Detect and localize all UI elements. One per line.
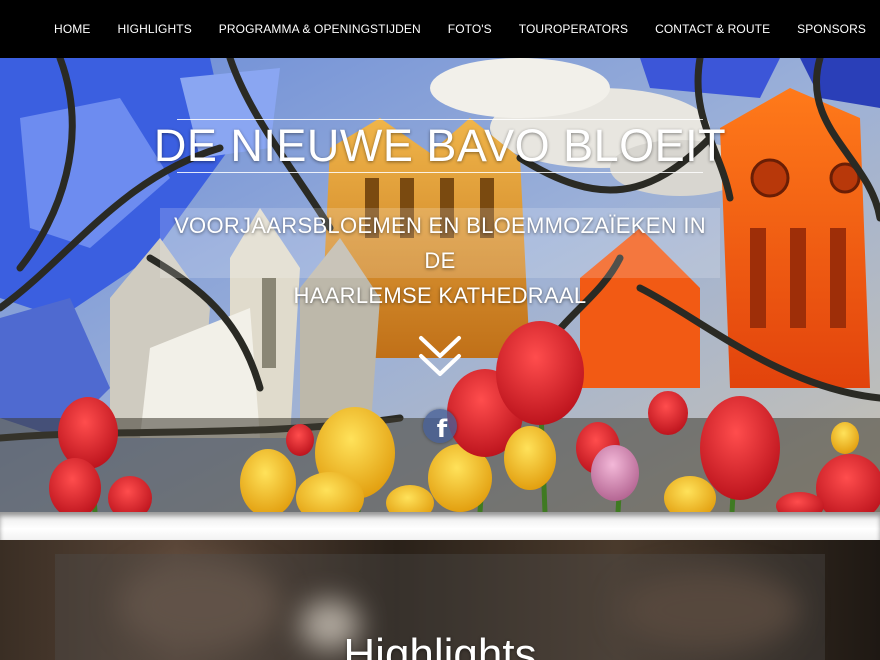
nav-menu: HOME HIGHLIGHTS PROGRAMMA & OPENINGSTIJD…	[27, 0, 866, 58]
nav-home[interactable]: HOME	[54, 22, 90, 36]
highlights-section: Highlights	[0, 540, 880, 660]
nav-highlights[interactable]: HIGHLIGHTS	[117, 22, 191, 36]
highlights-panel: Highlights	[55, 554, 825, 660]
hero-subtitle: VOORJAARSBLOEMEN EN BLOEMMOZAÏEKEN IN DE…	[160, 208, 720, 313]
top-navbar: HOME HIGHLIGHTS PROGRAMMA & OPENINGSTIJD…	[0, 0, 880, 58]
section-divider	[0, 512, 880, 540]
hero-section: DE NIEUWE BAVO BLOEIT VOORJAARSBLOEMEN E…	[0, 58, 880, 512]
scroll-down-button[interactable]	[417, 332, 463, 380]
hero-title: DE NIEUWE BAVO BLOEIT	[153, 120, 727, 171]
hero-subtitle-line-1: VOORJAARSBLOEMEN EN BLOEMMOZAÏEKEN IN DE	[174, 213, 706, 273]
highlights-heading: Highlights	[343, 630, 537, 660]
facebook-button[interactable]: f	[423, 409, 457, 443]
hero-subtitle-box: VOORJAARSBLOEMEN EN BLOEMMOZAÏEKEN IN DE…	[160, 208, 720, 308]
hero-title-frame: DE NIEUWE BAVO BLOEIT	[154, 119, 726, 173]
facebook-icon: f	[436, 414, 448, 443]
double-chevron-down-icon	[419, 336, 461, 376]
nav-sponsors[interactable]: SPONSORS	[797, 22, 866, 36]
hero-subtitle-line-2: HAARLEMSE KATHEDRAAL	[293, 283, 587, 308]
nav-programma[interactable]: PROGRAMMA & OPENINGSTIJDEN	[219, 22, 421, 36]
nav-fotos[interactable]: FOTO'S	[448, 22, 492, 36]
nav-touroperators[interactable]: TOUROPERATORS	[519, 22, 628, 36]
nav-contact[interactable]: CONTACT & ROUTE	[655, 22, 770, 36]
